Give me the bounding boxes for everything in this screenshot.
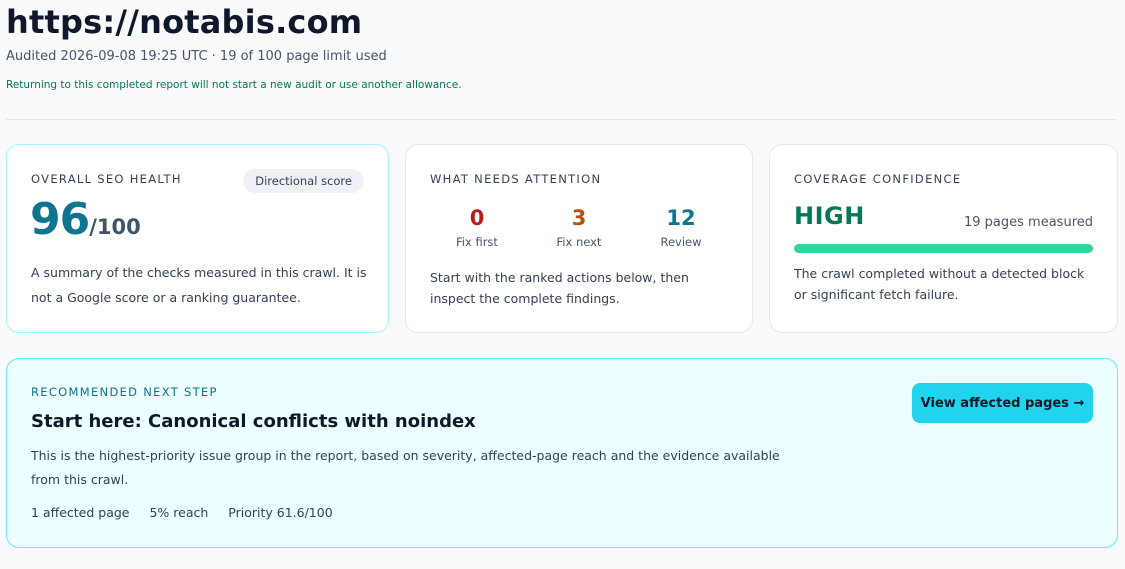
seo-score-value: 96 <box>30 194 90 245</box>
seo-score: 96/100 <box>30 193 141 247</box>
coverage-card: COVERAGE CONFIDENCE HIGH 19 pages measur… <box>769 144 1118 333</box>
coverage-title: COVERAGE CONFIDENCE <box>794 172 962 186</box>
site-url-heading: https://notabis.com <box>6 3 363 41</box>
fix-next-label: Fix next <box>556 235 602 249</box>
attention-title: WHAT NEEDS ATTENTION <box>430 172 602 186</box>
view-affected-pages-button[interactable]: View affected pages → <box>912 383 1093 423</box>
coverage-progress-fill <box>794 244 1093 253</box>
fix-next-value: 3 <box>571 206 587 230</box>
attention-counts: 0 Fix first 3 Fix next 12 Review <box>406 205 752 255</box>
attention-card: WHAT NEEDS ATTENTION 0 Fix first 3 Fix n… <box>405 144 753 333</box>
seo-health-title: OVERALL SEO HEALTH <box>31 172 182 186</box>
review-count: 12 Review <box>626 205 736 249</box>
reach-stat: 5% reach <box>149 505 209 520</box>
fix-next-count: 3 Fix next <box>524 205 634 249</box>
coverage-progress-bar <box>794 244 1093 253</box>
coverage-description: The crawl completed without a detected b… <box>794 266 1085 302</box>
fix-first-value: 0 <box>469 206 485 230</box>
next-step-title: Start here: Canonical conflicts with noi… <box>31 411 476 432</box>
priority-stat: Priority 61.6/100 <box>228 505 333 520</box>
header-divider <box>6 119 1117 120</box>
review-value: 12 <box>666 206 696 230</box>
next-step-panel: RECOMMENDED NEXT STEP Start here: Canoni… <box>6 358 1118 548</box>
seo-health-card: OVERALL SEO HEALTH Directional score 96/… <box>6 144 389 333</box>
affected-pages-stat: 1 affected page <box>31 505 130 520</box>
seo-health-description: A summary of the checks measured in this… <box>31 265 367 305</box>
audit-meta: Audited 2026-09-08 19:25 UTC · 19 of 100… <box>6 49 387 64</box>
next-step-meta: 1 affected page 5% reach Priority 61.6/1… <box>31 505 349 520</box>
report-note: Returning to this completed report will … <box>6 79 462 91</box>
next-step-description: This is the highest-priority issue group… <box>31 448 780 487</box>
attention-description: Start with the ranked actions below, the… <box>430 270 689 306</box>
directional-score-badge: Directional score <box>243 169 364 193</box>
seo-score-max: /100 <box>89 215 141 239</box>
fix-first-count: 0 Fix first <box>422 205 532 249</box>
coverage-level: HIGH <box>794 202 865 230</box>
seo-report-page: https://notabis.com Audited 2026-09-08 1… <box>0 0 1125 569</box>
next-step-eyebrow: RECOMMENDED NEXT STEP <box>31 385 218 399</box>
fix-first-label: Fix first <box>456 235 498 249</box>
review-label: Review <box>660 235 702 249</box>
pages-measured: 19 pages measured <box>964 215 1093 230</box>
